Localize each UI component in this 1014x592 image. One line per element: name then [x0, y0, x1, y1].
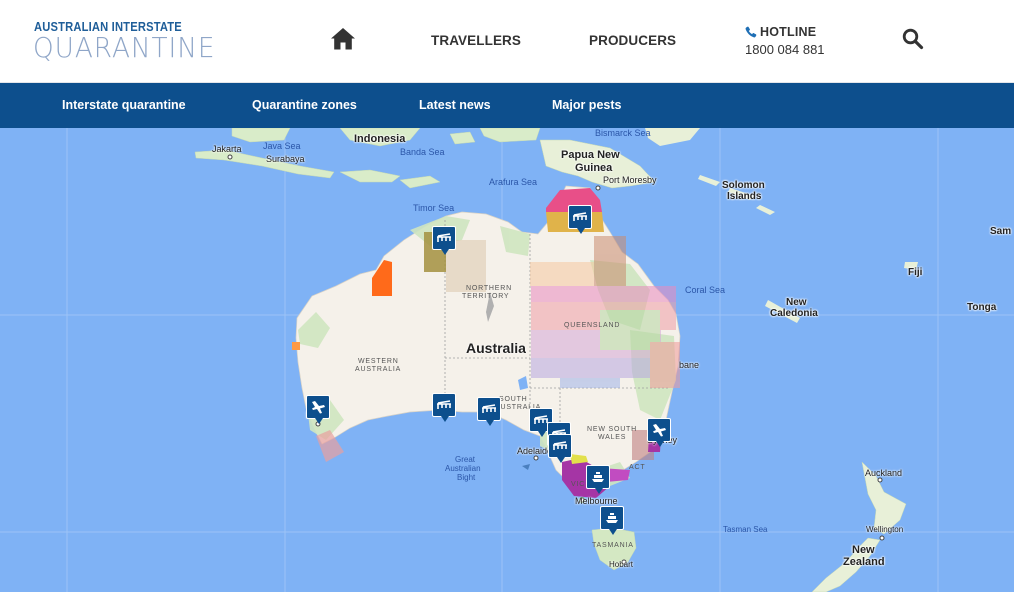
airport-icon: [312, 401, 325, 414]
subnav-latest-news[interactable]: Latest news: [419, 98, 491, 112]
search-button[interactable]: [901, 27, 925, 51]
road-checkpoint-icon: [437, 233, 451, 242]
quarantine-map[interactable]: Indonesia Jakarta Surabaya Java Sea Band…: [0, 128, 1014, 592]
road-checkpoint-icon: [482, 404, 496, 413]
airport-icon: [653, 424, 666, 437]
map-marker-road-checkpoint[interactable]: [568, 205, 592, 234]
map-marker-airport[interactable]: [647, 418, 671, 447]
logo-line2: QUARANTINE: [33, 31, 216, 64]
search-icon: [902, 28, 924, 50]
map-marker-airport[interactable]: [306, 395, 330, 424]
road-checkpoint-icon: [573, 212, 587, 221]
map-marker-road-checkpoint[interactable]: [548, 434, 572, 463]
ferry-icon: [606, 513, 618, 523]
map-marker-road-checkpoint[interactable]: [477, 397, 501, 426]
map-marker-road-checkpoint[interactable]: [432, 226, 456, 255]
sub-navigation: Interstate quarantine Quarantine zones L…: [0, 83, 1014, 128]
hotline-label: HOTLINE: [760, 24, 817, 39]
nz-north-island: [861, 461, 907, 535]
png-landmass: [539, 139, 656, 189]
nz-south-island: [811, 537, 881, 592]
hotline-number: 1800 084 881: [745, 42, 825, 57]
nav-producers[interactable]: PRODUCERS: [589, 33, 676, 48]
subnav-major-pests[interactable]: Major pests: [552, 98, 621, 112]
site-header: AUSTRALIAN INTERSTATE QUARANTINE TRAVELL…: [0, 0, 1014, 83]
map-marker-road-checkpoint[interactable]: [432, 393, 456, 422]
solomon-islands: [698, 175, 775, 215]
home-button[interactable]: [328, 24, 358, 54]
indonesia-landmass: [194, 128, 541, 189]
subnav-interstate-quarantine[interactable]: Interstate quarantine: [62, 98, 186, 112]
ferry-icon: [592, 472, 604, 482]
home-icon: [331, 28, 355, 50]
wa-zone: [372, 260, 392, 296]
map-canvas: [0, 128, 1014, 592]
subnav-quarantine-zones[interactable]: Quarantine zones: [252, 98, 357, 112]
phone-icon: [745, 26, 757, 37]
map-marker-ferry[interactable]: [586, 465, 610, 494]
map-marker-ferry[interactable]: [600, 506, 624, 535]
nav-travellers[interactable]: TRAVELLERS: [431, 33, 521, 48]
hotline-link[interactable]: HOTLINE 1800 084 881: [745, 23, 855, 63]
site-logo[interactable]: AUSTRALIAN INTERSTATE QUARANTINE: [33, 19, 244, 64]
road-checkpoint-icon: [437, 400, 451, 409]
road-checkpoint-icon: [553, 441, 567, 450]
